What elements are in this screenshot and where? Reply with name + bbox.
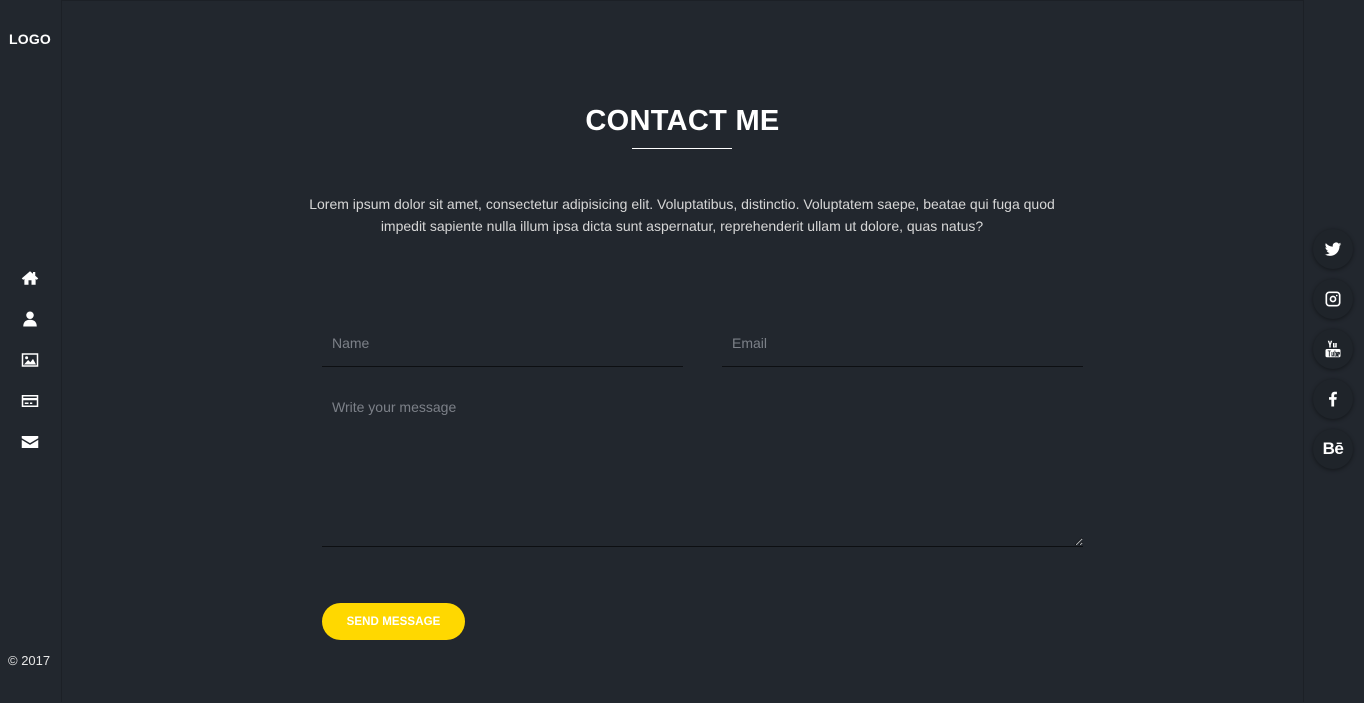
social-twitter[interactable] bbox=[1313, 229, 1353, 269]
nav-item-portfolio[interactable] bbox=[0, 339, 60, 380]
youtube-icon bbox=[1325, 340, 1341, 358]
intro-text: Lorem ipsum dolor sit amet, consectetur … bbox=[309, 196, 1055, 234]
nav-item-pricing[interactable] bbox=[0, 380, 60, 421]
facebook-icon bbox=[1329, 391, 1337, 407]
social-links: Bē bbox=[1313, 229, 1353, 479]
social-instagram[interactable] bbox=[1313, 279, 1353, 319]
image-icon bbox=[21, 352, 39, 367]
logo[interactable]: LOGO bbox=[0, 31, 60, 47]
twitter-icon bbox=[1324, 242, 1342, 256]
social-behance[interactable]: Bē bbox=[1313, 429, 1353, 469]
home-icon bbox=[21, 270, 39, 285]
nav-item-home[interactable] bbox=[0, 257, 60, 298]
title-underline bbox=[632, 148, 732, 149]
message-field[interactable] bbox=[322, 386, 1083, 547]
side-nav bbox=[0, 257, 60, 462]
contact-section: CONTACT ME Lorem ipsum dolor sit amet, c… bbox=[62, 0, 1303, 703]
left-sidebar: LOGO © 2017 bbox=[0, 0, 62, 702]
name-field[interactable] bbox=[322, 319, 683, 367]
copyright: © 2017 bbox=[8, 653, 51, 668]
user-icon bbox=[23, 311, 37, 326]
credit-card-icon bbox=[21, 394, 39, 407]
social-facebook[interactable] bbox=[1313, 379, 1353, 419]
social-youtube[interactable] bbox=[1313, 329, 1353, 369]
nav-item-about[interactable] bbox=[0, 298, 60, 339]
instagram-icon bbox=[1325, 291, 1341, 307]
nav-item-contact[interactable] bbox=[0, 421, 60, 462]
page-title: CONTACT ME bbox=[585, 105, 780, 137]
envelope-icon bbox=[21, 435, 39, 448]
send-message-button[interactable]: SEND MESSAGE bbox=[322, 603, 465, 640]
right-sidebar: Bē bbox=[1303, 0, 1364, 702]
email-field[interactable] bbox=[722, 319, 1083, 367]
behance-icon: Bē bbox=[1322, 439, 1344, 458]
